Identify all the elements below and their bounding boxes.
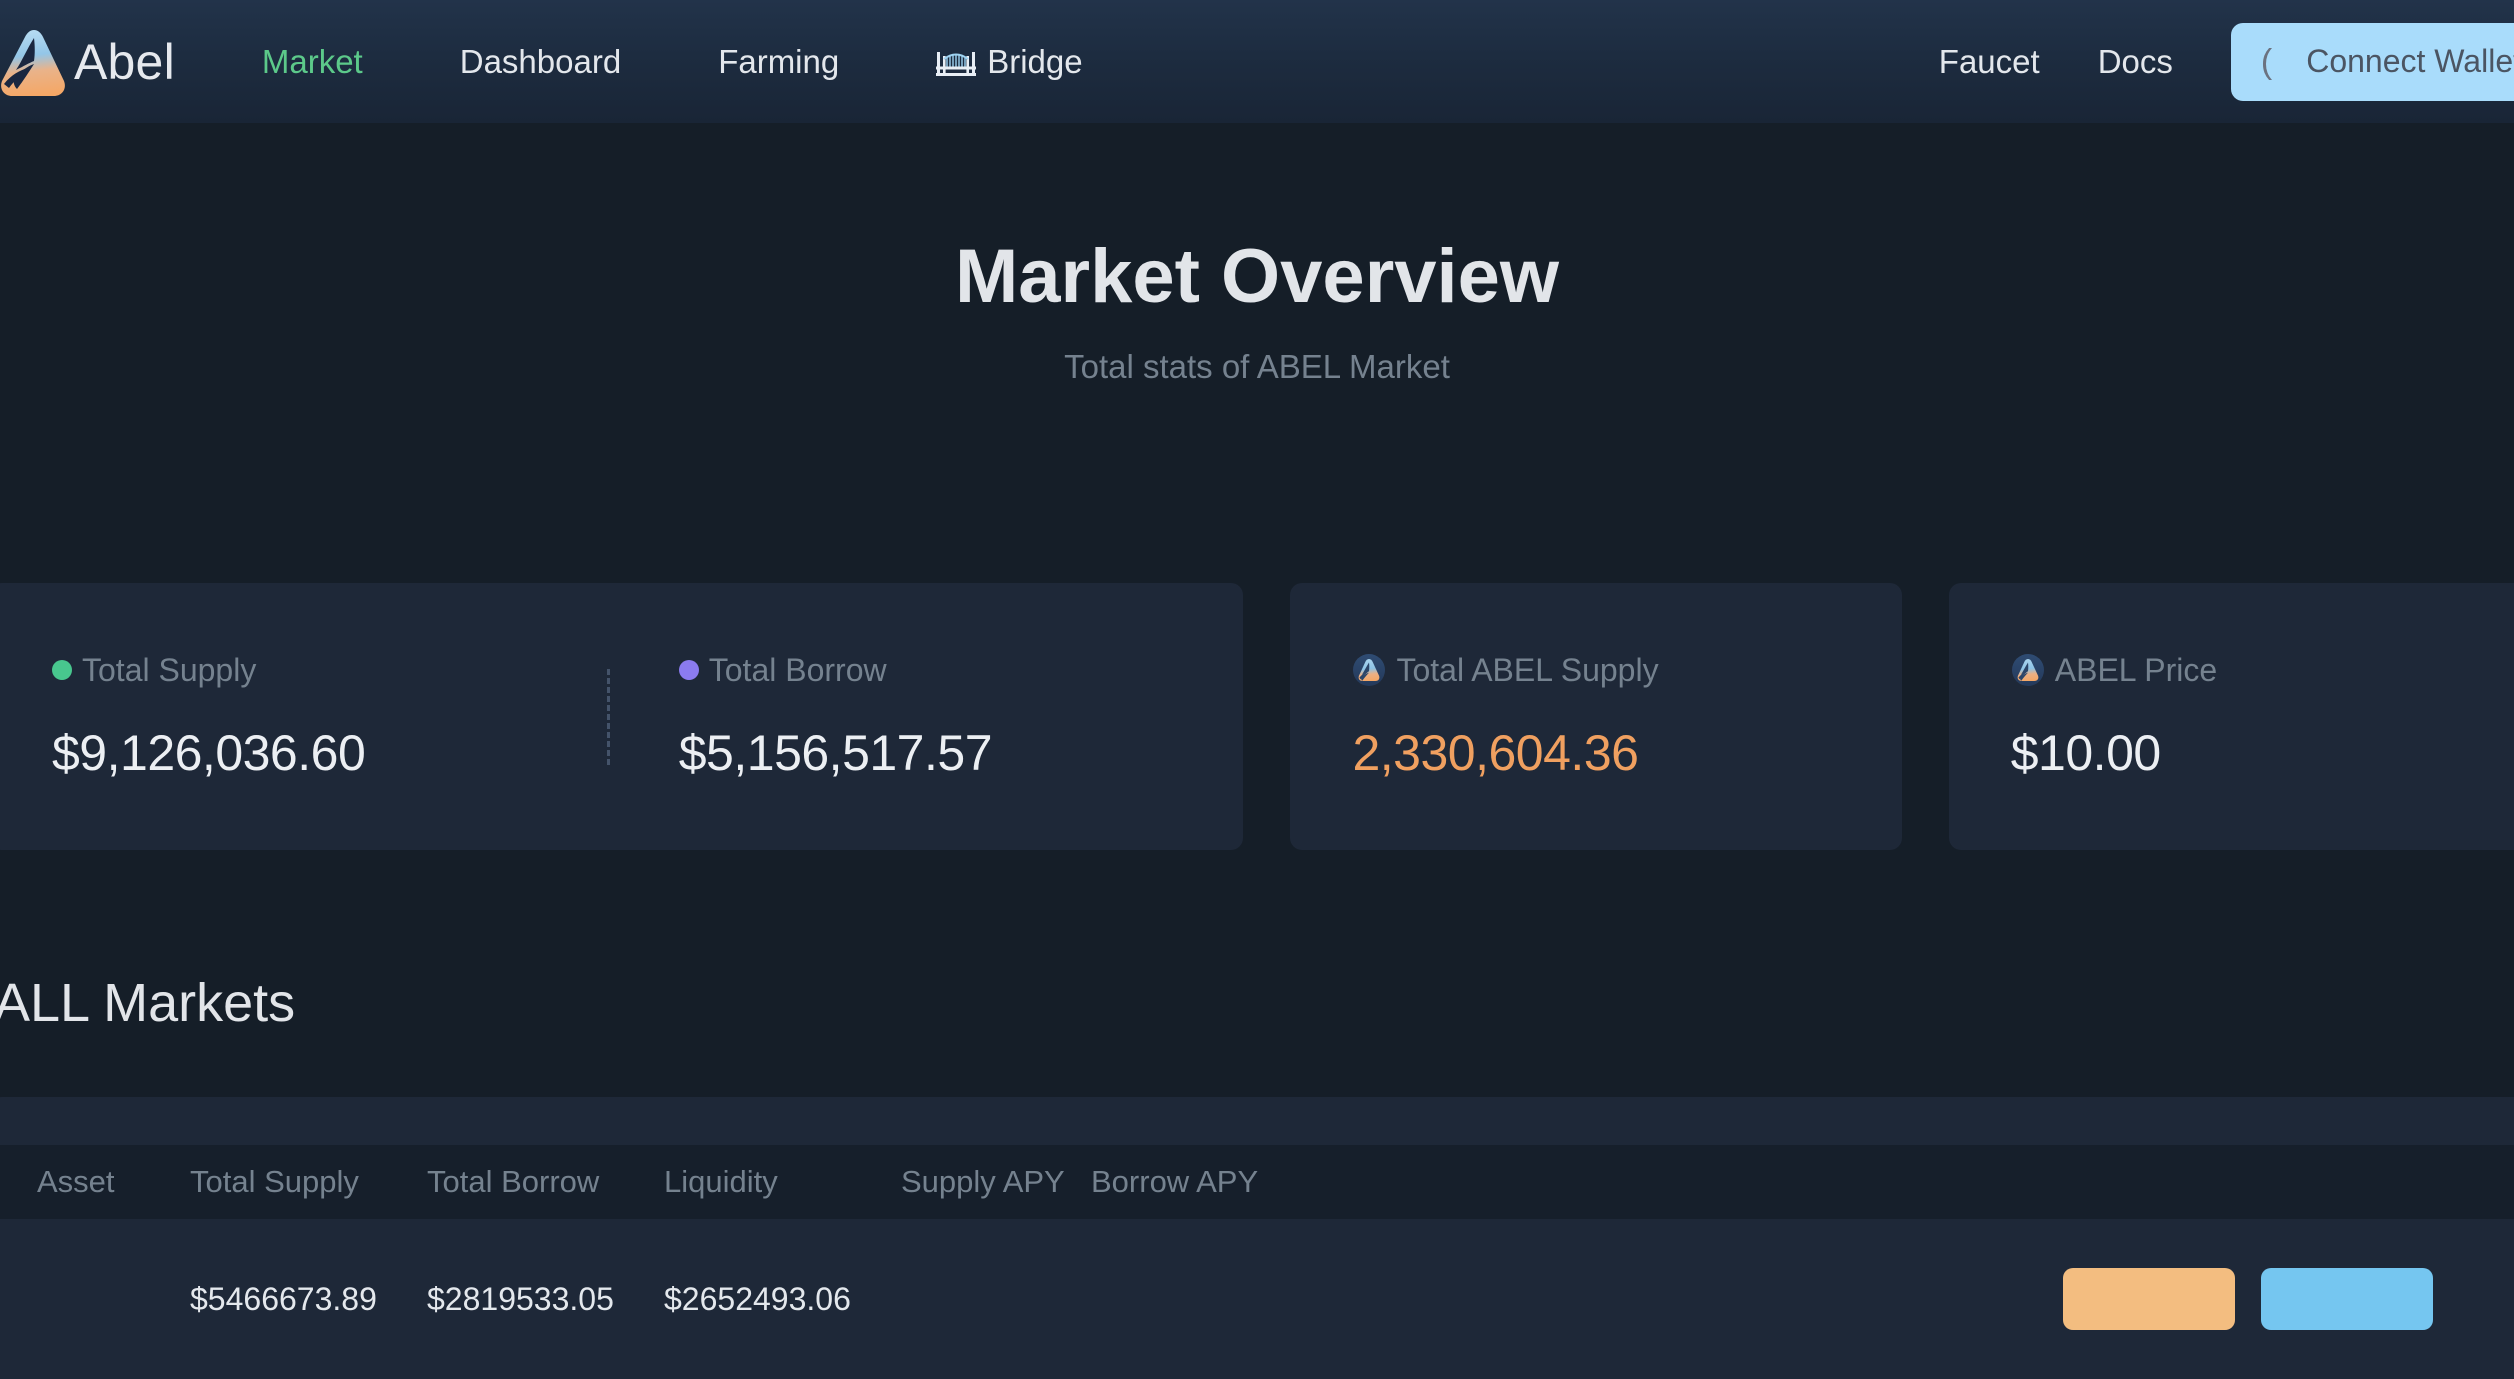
- nav-link-bridge[interactable]: Bridge: [936, 43, 1082, 81]
- abel-token-icon: [2011, 653, 2045, 687]
- nav-link-farming-label: Farming: [718, 43, 839, 81]
- page-title: Market Overview: [0, 233, 2514, 320]
- nav-link-farming[interactable]: Farming: [718, 43, 839, 81]
- stat-total-supply-label-row: Total Supply: [52, 652, 617, 689]
- connect-wallet-button[interactable]: ( Connect Wallet: [2231, 23, 2514, 101]
- cell-total-supply: $5466673.89: [190, 1281, 427, 1318]
- nav-link-market[interactable]: Market: [262, 43, 363, 81]
- nav-right-section: Faucet Docs ( Connect Wallet: [1939, 0, 2514, 123]
- column-header-total-borrow[interactable]: Total Borrow: [427, 1164, 664, 1200]
- top-navigation-bar: Abel Market Dashboard Farming: [0, 0, 2514, 123]
- stat-abel-price: ABEL Price $10.00: [1949, 652, 2514, 782]
- connect-wallet-label: Connect Wallet: [2306, 43, 2514, 80]
- nav-link-docs[interactable]: Docs: [2098, 43, 2173, 81]
- nav-link-faucet[interactable]: Faucet: [1939, 43, 2040, 81]
- stat-card-total-abel-supply: Total ABEL Supply 2,330,604.36: [1290, 583, 1901, 850]
- stat-total-borrow: Total Borrow $5,156,517.57: [617, 652, 1244, 782]
- nav-link-bridge-label: Bridge: [987, 43, 1082, 81]
- abel-token-icon: [1352, 653, 1386, 687]
- brand-name: Abel: [74, 33, 175, 91]
- green-dot-icon: [52, 660, 72, 680]
- stat-total-abel-supply-label-row: Total ABEL Supply: [1352, 652, 1901, 689]
- row-actions: [1281, 1268, 2514, 1330]
- market-stats-row: Total Supply $9,126,036.60 Total Borrow …: [0, 583, 2514, 850]
- column-header-liquidity[interactable]: Liquidity: [664, 1164, 901, 1200]
- main-nav-links: Market Dashboard Farming: [262, 43, 1083, 81]
- cell-total-borrow: $2819533.05: [427, 1281, 664, 1318]
- stat-total-supply-label: Total Supply: [82, 652, 256, 689]
- all-markets-heading: ALL Markets: [0, 972, 295, 1034]
- column-header-borrow-apy[interactable]: Borrow APY: [1091, 1164, 1281, 1200]
- purple-dot-icon: [679, 660, 699, 680]
- hero-section: Market Overview Total stats of ABEL Mark…: [0, 123, 2514, 386]
- nav-link-faucet-label: Faucet: [1939, 43, 2040, 81]
- stat-total-abel-supply: Total ABEL Supply 2,330,604.36: [1290, 652, 1901, 782]
- stat-total-borrow-label: Total Borrow: [709, 652, 887, 689]
- stat-card-supply-borrow: Total Supply $9,126,036.60 Total Borrow …: [0, 583, 1243, 850]
- stat-total-borrow-value: $5,156,517.57: [679, 724, 1244, 782]
- abel-logo-icon: [0, 26, 70, 98]
- supply-button[interactable]: [2063, 1268, 2235, 1330]
- column-header-total-supply[interactable]: Total Supply: [190, 1164, 427, 1200]
- nav-link-dashboard-label: Dashboard: [460, 43, 621, 81]
- brand-logo-link[interactable]: Abel: [0, 0, 175, 123]
- stat-abel-price-label: ABEL Price: [2055, 652, 2217, 689]
- nav-link-dashboard[interactable]: Dashboard: [460, 43, 621, 81]
- page-subtitle: Total stats of ABEL Market: [0, 348, 2514, 386]
- nav-link-docs-label: Docs: [2098, 43, 2173, 81]
- stat-abel-price-label-row: ABEL Price: [2011, 652, 2514, 689]
- nav-link-market-label: Market: [262, 43, 363, 81]
- stat-total-borrow-label-row: Total Borrow: [679, 652, 1244, 689]
- stat-total-supply-value: $9,126,036.60: [52, 724, 617, 782]
- column-header-asset[interactable]: Asset: [0, 1164, 190, 1200]
- wallet-icon: (: [2261, 45, 2272, 79]
- cell-liquidity: $2652493.06: [664, 1281, 901, 1318]
- stat-total-supply: Total Supply $9,126,036.60: [0, 652, 617, 782]
- table-row[interactable]: $5466673.89 $2819533.05 $2652493.06: [0, 1219, 2514, 1379]
- bridge-icon: [936, 46, 976, 78]
- borrow-button[interactable]: [2261, 1268, 2433, 1330]
- column-header-supply-apy[interactable]: Supply APY: [901, 1164, 1091, 1200]
- stat-total-abel-supply-label: Total ABEL Supply: [1396, 652, 1658, 689]
- stat-card-abel-price: ABEL Price $10.00: [1949, 583, 2514, 850]
- stat-total-abel-supply-value: 2,330,604.36: [1352, 724, 1901, 782]
- table-header-row: Asset Total Supply Total Borrow Liquidit…: [0, 1145, 2514, 1219]
- all-markets-table: Asset Total Supply Total Borrow Liquidit…: [0, 1097, 2514, 1379]
- stat-abel-price-value: $10.00: [2011, 724, 2514, 782]
